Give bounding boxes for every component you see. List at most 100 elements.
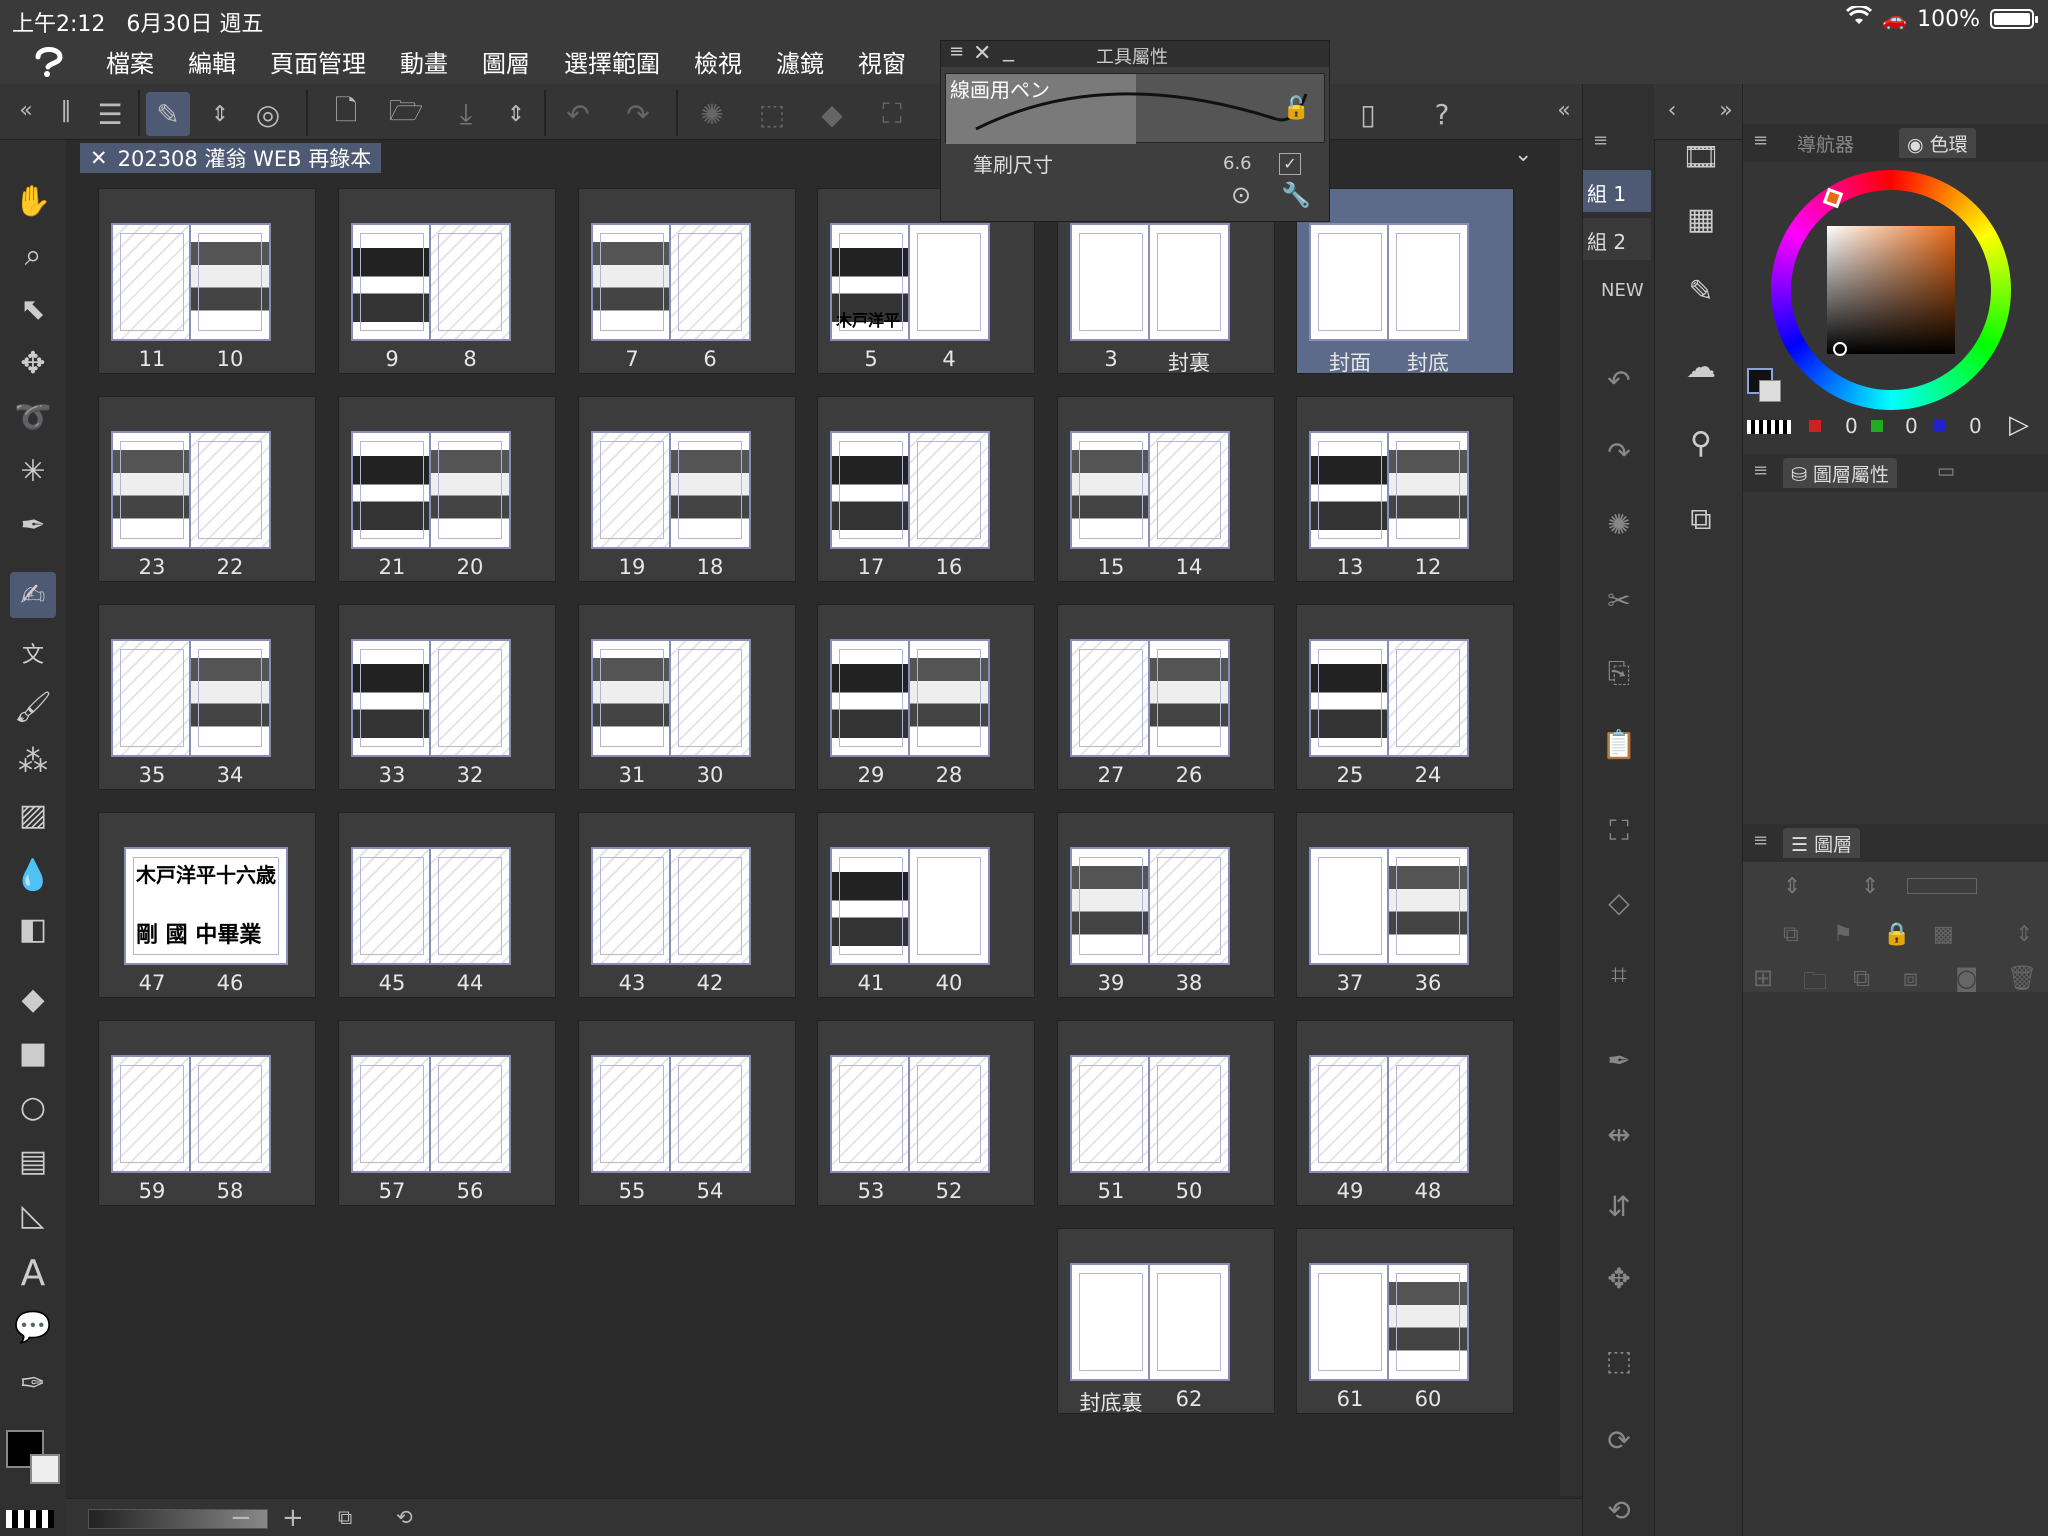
page-thumbnail[interactable] [908, 639, 990, 757]
page-spread[interactable]: 27 26 [1057, 604, 1275, 790]
flip-horizontal-icon[interactable]: ⇹ [1601, 1118, 1637, 1154]
sub-color-chip[interactable] [1759, 380, 1781, 402]
tab-layer-property[interactable]: ⛁ 圖層屬性 [1783, 458, 1897, 488]
redo-icon[interactable]: ↷ [616, 92, 660, 136]
save-options-chevrons-icon[interactable]: ⇕ [494, 92, 538, 136]
device-icon[interactable]: ▯ [1346, 92, 1390, 136]
transform-side-icon[interactable]: ⛶ [1601, 814, 1637, 850]
sub-tool-icon[interactable]: ✎ [1681, 274, 1721, 314]
page-thumbnail[interactable] [908, 1055, 990, 1173]
operation-tool-icon[interactable]: ⬉ [10, 286, 56, 332]
delete-layer-icon[interactable]: 🗑 [2007, 964, 2037, 992]
page-spread[interactable]: 25 24 [1296, 604, 1514, 790]
page-thumbnail[interactable] [1070, 223, 1152, 341]
page-spread[interactable]: 59 58 [98, 1020, 316, 1206]
lasso-tool-icon[interactable]: ➰ [10, 394, 56, 440]
page-thumbnail[interactable] [1387, 1055, 1469, 1173]
layer-search-icon[interactable]: ⧉ [1681, 502, 1721, 542]
tab-color-wheel[interactable]: ◉ 色環 [1899, 128, 1976, 158]
tab-layer[interactable]: ☰ 圖層 [1783, 828, 1861, 858]
toggle-chevrons-icon[interactable]: ⇕ [198, 92, 242, 136]
hand-tool-icon[interactable]: ✋ [10, 178, 56, 224]
hamburger-menu-icon[interactable]: ☰ [88, 92, 132, 136]
blend-tool-icon[interactable]: 💧 [10, 852, 56, 898]
duplicate-layer-icon[interactable]: ⧉ [1853, 964, 1870, 992]
page-thumbnail[interactable] [669, 639, 751, 757]
page-thumbnail[interactable] [189, 431, 271, 549]
page-spread[interactable]: 29 28 [817, 604, 1035, 790]
page-spread[interactable]: 45 44 [338, 812, 556, 998]
page-spread[interactable]: 35 34 [98, 604, 316, 790]
tool-tree-icon[interactable]: ⚲ [1681, 426, 1721, 466]
blue-value[interactable]: 0 [1969, 414, 1982, 438]
page-spread[interactable]: 19 18 [578, 396, 796, 582]
page-thumbnail[interactable] [669, 1055, 751, 1173]
page-thumbnail[interactable] [351, 223, 433, 341]
page-thumbnail[interactable] [111, 223, 193, 341]
figure-tool-icon[interactable]: ○ [10, 1084, 56, 1130]
blend-mode-stepper[interactable]: ⇕ [1783, 874, 1801, 899]
page-thumbnail[interactable] [591, 639, 673, 757]
page-spread[interactable]: 39 38 [1057, 812, 1275, 998]
page-thumbnail[interactable] [111, 431, 193, 549]
page-thumbnail[interactable] [1387, 1263, 1469, 1381]
clip-icon[interactable]: ⧉ [1783, 922, 1799, 947]
page-thumbnail[interactable] [908, 431, 990, 549]
redo-side-icon[interactable]: ↷ [1601, 436, 1637, 472]
brush-tool-icon[interactable]: 🖌 [10, 684, 56, 730]
layer-panel-menu-icon[interactable]: ≡ [1753, 830, 1768, 851]
balloon-tool-icon[interactable]: 💬 [10, 1304, 56, 1350]
page-thumbnail[interactable] [429, 639, 511, 757]
page-thumbnail[interactable] [591, 223, 673, 341]
page-spread[interactable]: 33 32 [338, 604, 556, 790]
move-layer-tool-icon[interactable]: ✥ [10, 340, 56, 386]
opacity-field[interactable] [1907, 878, 1977, 894]
color-wheel[interactable] [1771, 170, 2011, 410]
brush-preview[interactable]: 線画用ペン 🔓 [945, 73, 1325, 144]
page-spread[interactable]: 23 22 [98, 396, 316, 582]
page-spread[interactable]: 木戸洋平十六歳剛 國 中畢業 47 46 [98, 812, 316, 998]
airbrush-tool-icon[interactable]: ⁂ [10, 738, 56, 784]
page-spread[interactable]: 11 10 [98, 188, 316, 374]
page-thumbnail[interactable] [189, 639, 271, 757]
menu-view[interactable]: 檢視 [694, 44, 754, 79]
menu-page-management[interactable]: 頁面管理 [270, 44, 378, 79]
move-icon[interactable]: ✥ [1601, 1262, 1637, 1298]
page-spread[interactable]: 53 52 [817, 1020, 1035, 1206]
page-thumbnail[interactable] [830, 639, 912, 757]
page-thumbnail[interactable] [669, 223, 751, 341]
page-thumbnail[interactable] [1148, 639, 1230, 757]
page-spread[interactable]: 76 [578, 188, 796, 374]
page-thumbnail[interactable] [830, 431, 912, 549]
decoration-tool-icon[interactable]: ▨ [10, 792, 56, 838]
tab-layer-options[interactable]: ▭ [1929, 458, 1963, 488]
panel-menu-icon[interactable]: ≡ [1753, 130, 1768, 151]
open-folder-icon[interactable]: 🗁 [384, 92, 428, 136]
grip-icon[interactable]: ≡ [949, 41, 964, 62]
page-spread[interactable]: 98 [338, 188, 556, 374]
brush-size-value[interactable]: 6.6 [1223, 153, 1252, 174]
text-box-tool-icon[interactable]: 文 [10, 630, 56, 676]
close-tab-icon[interactable]: ✕ [90, 146, 108, 170]
eyedropper-tool-icon[interactable]: ✒ [10, 502, 56, 548]
app-logo-icon[interactable] [30, 43, 68, 79]
mesh-transform-icon[interactable]: ⌗ [1601, 958, 1637, 994]
collapse-left-icon[interactable]: « [4, 88, 48, 132]
text-tool-icon[interactable]: A [10, 1250, 56, 1296]
page-thumbnail[interactable]: 木戸洋平十六歳剛 國 中畢業 [124, 847, 288, 965]
page-spread[interactable]: 13 12 [1296, 396, 1514, 582]
loading-icon[interactable]: ✺ [690, 92, 734, 136]
merge-layer-icon[interactable]: ⧈ [1903, 964, 1918, 992]
page-thumbnail[interactable] [908, 223, 990, 341]
play-icon[interactable]: ▷ [2009, 410, 2029, 440]
page-thumbnail[interactable] [351, 639, 433, 757]
canvas-scrollbar[interactable] [1560, 140, 1582, 1496]
page-thumbnail[interactable] [1309, 223, 1391, 341]
page-thumbnail[interactable]: 木戸洋平 [830, 223, 912, 341]
new-badge-icon[interactable]: NEW [1601, 280, 1644, 316]
eraser-tool-icon[interactable]: ◧ [10, 906, 56, 952]
new-folder-icon[interactable]: 🗀 [1803, 964, 1827, 1005]
gradient-tool-icon[interactable]: ■ [10, 1030, 56, 1076]
select-all-icon[interactable]: ⬚ [750, 92, 794, 136]
page-thumbnail[interactable] [1387, 847, 1469, 965]
